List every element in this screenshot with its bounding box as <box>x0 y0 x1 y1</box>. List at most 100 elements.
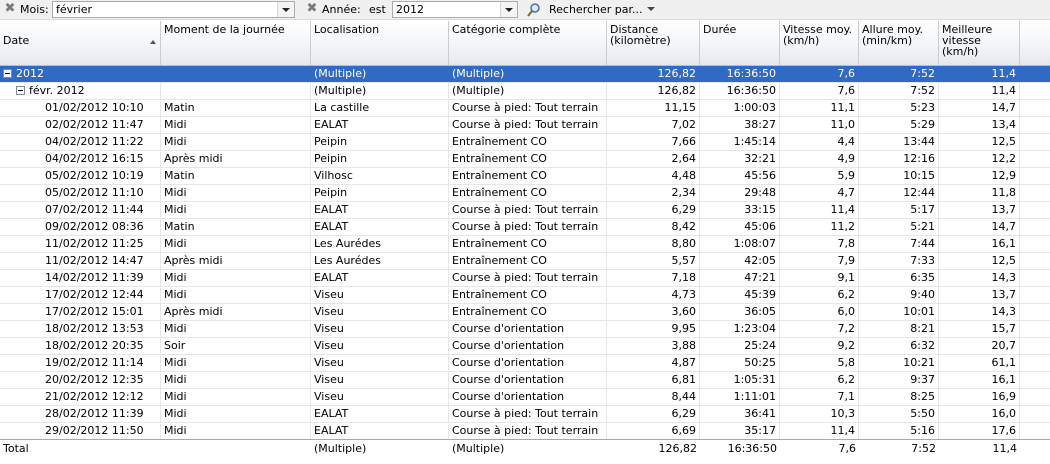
table-row[interactable]: 28/02/2012 11:39 Midi EALAT Course à pied: … <box>0 406 1050 423</box>
best-speed-cell: 14,3 <box>939 304 1020 320</box>
column-header-duration[interactable]: Durée <box>700 21 780 65</box>
table-row[interactable]: 21/02/2012 12:12 Midi Viseu Course d'orient… <box>0 389 1050 406</box>
row-filler <box>1020 134 1050 150</box>
table-row[interactable]: 11/02/2012 11:25 Midi Les Aurédes Entraînem… <box>0 236 1050 253</box>
table-row[interactable]: 17/02/2012 15:01 Après midi Viseu Entraînem… <box>0 304 1050 321</box>
distance-cell: 8,80 <box>607 236 700 252</box>
avg-speed-cell: 4,4 <box>780 134 859 150</box>
search-icon[interactable] <box>526 2 542 18</box>
year-combo[interactable]: 2012 <box>392 1 518 18</box>
table-row[interactable]: 14/02/2012 11:39 Midi EALAT Course à pied: … <box>0 270 1050 287</box>
table-row[interactable]: 18/02/2012 13:53 Midi Viseu Course d'orient… <box>0 321 1050 338</box>
avg-pace-cell: 7:44 <box>859 236 939 252</box>
column-header-distance[interactable]: Distance (kilomètre) <box>607 21 700 65</box>
distance-cell: 6,81 <box>607 372 700 388</box>
table-row[interactable]: 01/02/2012 10:10 Matin La castille Course à… <box>0 100 1050 117</box>
row-filler <box>1020 100 1050 116</box>
row-filler <box>1020 304 1050 320</box>
avg-pace-cell: 6:32 <box>859 338 939 354</box>
moment-cell: Après midi <box>161 253 311 269</box>
column-header-best-speed[interactable]: Meilleure vitesse (km/h) <box>939 21 1020 65</box>
date-cell: 05/02/2012 11:10 <box>0 185 161 201</box>
chevron-down-icon[interactable] <box>277 2 294 17</box>
date-cell: 19/02/2012 11:14 <box>0 355 161 371</box>
column-header-avg-speed[interactable]: Vitesse moy. (km/h) <box>780 21 859 65</box>
group-row-year[interactable]: 2012 (Multiple) (Multiple) 126,82 16:36:… <box>0 66 1050 83</box>
date-cell: 07/02/2012 11:44 <box>0 202 161 218</box>
collapse-toggle-icon[interactable] <box>16 85 25 95</box>
total-category-cell: (Multiple) <box>452 442 505 455</box>
search-by-label[interactable]: Rechercher par... <box>549 3 643 17</box>
date-cell: 05/02/2012 10:19 <box>0 168 161 184</box>
moment-cell: Midi <box>161 287 311 303</box>
clear-year-filter-icon[interactable]: ✖ <box>306 2 318 15</box>
avg-speed-cell: 7,9 <box>780 253 859 269</box>
group-category-cell: (Multiple) <box>449 83 607 99</box>
group-date-cell: févr. 2012 <box>0 83 161 99</box>
search-dropdown-arrow-icon[interactable] <box>647 7 655 11</box>
group-row-month[interactable]: févr. 2012 (Multiple) (Multiple) 126,82 … <box>0 83 1050 100</box>
clear-month-filter-icon[interactable]: ✖ <box>4 2 16 15</box>
column-header-date[interactable]: Date <box>0 21 161 65</box>
row-filler <box>1020 151 1050 167</box>
category-cell: Course d'orientation <box>449 321 607 337</box>
table-row[interactable]: 02/02/2012 11:47 Midi EALAT Course à pied: … <box>0 117 1050 134</box>
distance-cell: 8,44 <box>607 389 700 405</box>
best-speed-cell: 14,3 <box>939 270 1020 286</box>
table-row[interactable]: 19/02/2012 11:14 Midi Viseu Course d'orient… <box>0 355 1050 372</box>
moment-cell: Matin <box>161 168 311 184</box>
table-row[interactable]: 17/02/2012 12:44 Midi Viseu Entraînement CO… <box>0 287 1050 304</box>
group-pace-cell: 7:52 <box>859 66 939 82</box>
month-combo[interactable]: février <box>52 1 295 18</box>
avg-speed-cell: 11,2 <box>780 219 859 235</box>
location-cell: EALAT <box>311 117 449 133</box>
duration-cell: 45:39 <box>700 287 780 303</box>
best-speed-cell: 12,2 <box>939 151 1020 167</box>
duration-cell: 38:27 <box>700 117 780 133</box>
avg-pace-cell: 10:21 <box>859 355 939 371</box>
table-row[interactable]: 04/02/2012 11:22 Midi Peipin Entraînement C… <box>0 134 1050 151</box>
duration-cell: 33:15 <box>700 202 780 218</box>
group-distance-cell: 126,82 <box>607 66 700 82</box>
column-header-avg-pace[interactable]: Allure moy. (min/km) <box>859 21 939 65</box>
table-row[interactable]: 09/02/2012 08:36 Matin EALAT Course à pied:… <box>0 219 1050 236</box>
avg-speed-cell: 11,4 <box>780 202 859 218</box>
total-label: Total <box>3 442 29 455</box>
date-cell: 17/02/2012 15:01 <box>0 304 161 320</box>
row-filler <box>1020 219 1050 235</box>
date-cell: 04/02/2012 16:15 <box>0 151 161 167</box>
date-cell: 11/02/2012 11:25 <box>0 236 161 252</box>
table-row[interactable]: 05/02/2012 11:10 Midi Peipin Entraînement C… <box>0 185 1050 202</box>
group-date-cell: 2012 <box>0 66 161 82</box>
collapse-toggle-icon[interactable] <box>3 68 12 78</box>
table-row[interactable]: 04/02/2012 16:15 Après midi Peipin Entraîne… <box>0 151 1050 168</box>
table-row[interactable]: 11/02/2012 14:47 Après midi Les Aurédes Ent… <box>0 253 1050 270</box>
moment-cell: Midi <box>161 389 311 405</box>
total-distance-cell: 126,82 <box>658 442 698 455</box>
column-header-moment[interactable]: Moment de la journée <box>161 21 311 65</box>
table-row[interactable]: 29/02/2012 11:50 Midi EALAT Course à pied: … <box>0 423 1050 440</box>
row-filler <box>1020 372 1050 388</box>
category-cell: Entraînement CO <box>449 253 607 269</box>
avg-pace-cell: 5:17 <box>859 202 939 218</box>
avg-pace-cell: 5:29 <box>859 117 939 133</box>
table-row[interactable]: 18/02/2012 20:35 Soir Viseu Course d'orient… <box>0 338 1050 355</box>
avg-pace-cell: 13:44 <box>859 134 939 150</box>
column-header-location[interactable]: Localisation <box>311 21 449 65</box>
column-header-category[interactable]: Catégorie complète <box>449 21 607 65</box>
table-row[interactable]: 20/02/2012 12:35 Midi Viseu Course d'orient… <box>0 372 1050 389</box>
location-cell: Peipin <box>311 151 449 167</box>
group-duration-cell: 16:36:50 <box>700 83 780 99</box>
chevron-down-icon[interactable] <box>500 2 517 17</box>
moment-cell: Midi <box>161 117 311 133</box>
avg-pace-cell: 12:44 <box>859 185 939 201</box>
avg-pace-cell: 5:21 <box>859 219 939 235</box>
table-row[interactable]: 07/02/2012 11:44 Midi EALAT Course à pied: … <box>0 202 1050 219</box>
year-operator[interactable]: est <box>369 3 386 17</box>
moment-cell: Midi <box>161 321 311 337</box>
column-header-label: Durée <box>703 23 737 36</box>
category-cell: Course à pied: Tout terrain <box>449 100 607 116</box>
location-cell: EALAT <box>311 270 449 286</box>
best-speed-cell: 16,1 <box>939 372 1020 388</box>
table-row[interactable]: 05/02/2012 10:19 Matin Vilhosc Entraînement… <box>0 168 1050 185</box>
